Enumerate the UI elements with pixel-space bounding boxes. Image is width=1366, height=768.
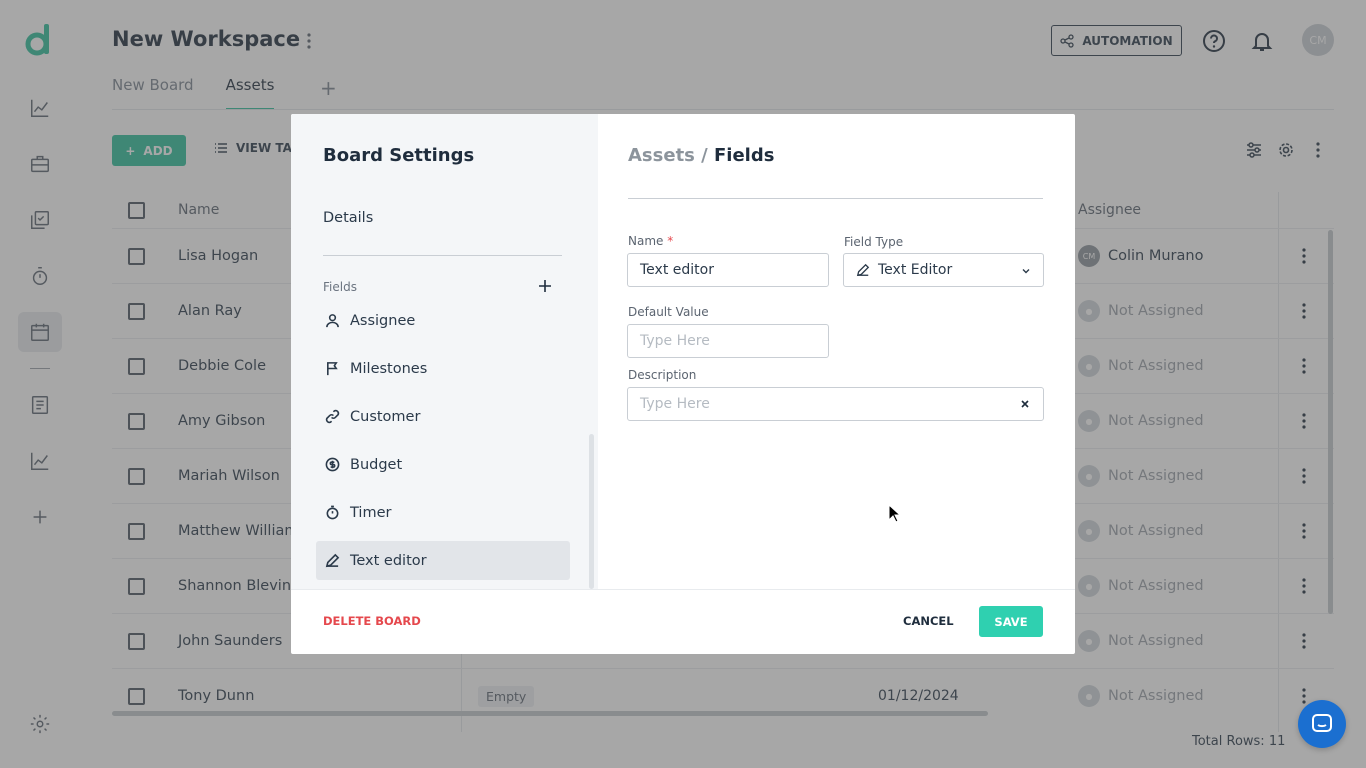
save-button[interactable]: SAVE (979, 606, 1043, 637)
field-item-text-editor[interactable]: Text editor (316, 541, 570, 580)
name-input[interactable]: Text editor (627, 253, 829, 287)
settings-item-details[interactable]: Details (323, 210, 373, 226)
field-item-label: Milestones (350, 360, 428, 377)
breadcrumb-separator: / (694, 145, 714, 166)
field-item-customer[interactable]: Customer (316, 397, 570, 436)
cancel-button[interactable]: CANCEL (903, 614, 954, 628)
field-item-label: Budget (350, 456, 403, 473)
flag-icon (327, 362, 338, 376)
delete-board-button[interactable]: DELETE BOARD (323, 614, 421, 628)
field-item-milestones[interactable]: Milestones (316, 349, 570, 388)
field-type-label: Field Type (844, 235, 904, 249)
person-icon (326, 314, 339, 328)
field-item-label: Customer (350, 408, 421, 425)
field-item-timer[interactable]: Timer (316, 493, 570, 532)
stopwatch-icon (326, 505, 339, 520)
description-placeholder: Type Here (640, 396, 710, 412)
footer-divider (291, 589, 1075, 590)
dollar-icon (325, 457, 340, 472)
field-item-budget[interactable]: Budget (316, 445, 570, 484)
modal-title: Board Settings (323, 145, 475, 166)
fields-section-label: Fields (323, 280, 357, 294)
required-marker: * (667, 234, 674, 248)
board-settings-modal: Board Settings Details Fields Assignee M… (291, 114, 1075, 654)
link-icon (325, 409, 340, 424)
default-value-input[interactable]: Type Here (627, 324, 829, 358)
description-label: Description (628, 368, 697, 382)
chat-support-button[interactable] (1298, 700, 1346, 748)
sidebar-scrollbar[interactable] (589, 434, 594, 589)
chat-icon (1312, 714, 1332, 732)
mouse-cursor-icon (888, 504, 900, 523)
breadcrumb-page: Fields (714, 145, 775, 166)
field-item-label: Timer (350, 504, 392, 521)
default-value-label: Default Value (628, 305, 709, 319)
name-label-text: Name (628, 234, 664, 248)
description-input[interactable]: Type Here (627, 387, 1044, 421)
pencil-icon (325, 553, 340, 568)
field-type-select[interactable]: Text Editor (843, 253, 1044, 287)
content-divider (628, 198, 1043, 199)
sidebar-divider (323, 255, 562, 256)
settings-sidebar: Board Settings Details Fields Assignee M… (291, 114, 598, 589)
breadcrumb-board[interactable]: Assets (628, 145, 695, 166)
clear-icon[interactable] (1019, 398, 1031, 410)
field-item-assignee[interactable]: Assignee (316, 301, 570, 340)
breadcrumb: Assets / Fields (628, 145, 774, 166)
field-type-value: Text Editor (878, 262, 953, 278)
chevron-down-icon (1022, 269, 1030, 274)
field-item-label: Assignee (350, 312, 416, 329)
add-field-icon[interactable] (537, 278, 553, 294)
name-label: Name * (628, 234, 673, 248)
field-item-label: Text editor (350, 552, 427, 569)
pencil-icon (856, 263, 870, 277)
